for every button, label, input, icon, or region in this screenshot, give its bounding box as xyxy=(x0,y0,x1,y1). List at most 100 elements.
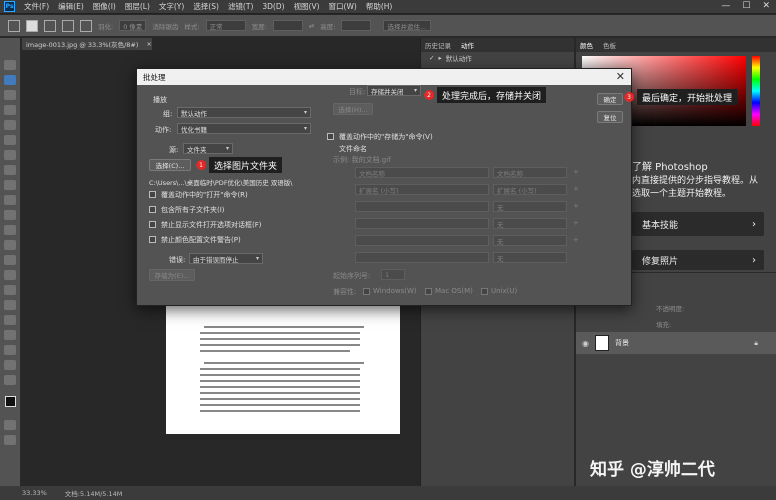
naming-field-9[interactable] xyxy=(355,235,489,246)
pen-tool-icon[interactable] xyxy=(4,285,16,295)
dodge-tool-icon[interactable] xyxy=(4,270,16,280)
marquee-tool-icon[interactable] xyxy=(8,19,20,32)
ok-button[interactable]: 确定 xyxy=(597,93,623,105)
quick-select-tool-icon[interactable] xyxy=(4,105,16,115)
suppress-color-warnings-checkbox[interactable] xyxy=(149,236,156,243)
save-as-log-button[interactable]: 存储为(E)... xyxy=(149,269,195,281)
naming-field-2[interactable]: 文档名称 xyxy=(493,167,567,178)
naming-field-8[interactable]: 无 xyxy=(493,218,567,229)
tab-history[interactable]: 历史记录 xyxy=(425,40,451,50)
learn-card-fix-photos[interactable]: 修复照片 › xyxy=(632,250,764,270)
menu-3d[interactable]: 3D(D) xyxy=(262,2,284,11)
gradient-tool-icon[interactable] xyxy=(4,240,16,250)
reset-button[interactable]: 复位 xyxy=(597,111,623,123)
frame-tool-icon[interactable] xyxy=(4,135,16,145)
subtract-selection-icon[interactable] xyxy=(62,19,74,32)
action-select[interactable]: 优化书籍 ▾ xyxy=(177,123,311,134)
menu-layer[interactable]: 图层(L) xyxy=(125,1,150,12)
compat-unix-checkbox[interactable] xyxy=(481,288,488,295)
minimize-icon[interactable]: — xyxy=(721,1,730,11)
eye-icon[interactable]: ◉ xyxy=(582,339,589,348)
source-select[interactable]: 文件夹 ▾ xyxy=(183,143,233,154)
screen-mode-icon[interactable] xyxy=(4,435,16,445)
dialog-close-icon[interactable]: ✕ xyxy=(616,70,625,83)
override-open-checkbox[interactable] xyxy=(149,191,156,198)
naming-field-1[interactable]: 文档名称 xyxy=(355,167,489,178)
maximize-icon[interactable]: ☐ xyxy=(742,1,750,11)
tab-actions[interactable]: 动作 xyxy=(461,40,474,50)
healing-brush-tool-icon[interactable] xyxy=(4,165,16,175)
naming-field-12[interactable]: 无 xyxy=(493,252,567,263)
naming-field-11[interactable] xyxy=(355,252,489,263)
destination-select[interactable]: 存储并关闭 ▾ xyxy=(367,85,421,96)
marquee-tool-icon[interactable] xyxy=(4,75,16,85)
menu-select[interactable]: 选择(S) xyxy=(193,1,219,12)
intersect-selection-icon[interactable] xyxy=(80,19,92,32)
menu-view[interactable]: 视图(V) xyxy=(294,1,320,12)
naming-field-5[interactable] xyxy=(355,201,489,212)
menu-window[interactable]: 窗口(W) xyxy=(329,1,357,12)
hue-slider[interactable] xyxy=(752,56,760,126)
hand-tool-icon[interactable] xyxy=(4,345,16,355)
new-selection-icon[interactable] xyxy=(26,19,38,32)
checkmark-icon[interactable]: ✓ xyxy=(429,54,434,62)
menu-edit[interactable]: 编辑(E) xyxy=(58,1,84,12)
eraser-tool-icon[interactable] xyxy=(4,225,16,235)
menu-type[interactable]: 文字(Y) xyxy=(159,1,184,12)
menu-bar: Ps 文件(F) 编辑(E) 图像(I) 图层(L) 文字(Y) 选择(S) 滤… xyxy=(0,0,776,14)
add-selection-icon[interactable] xyxy=(44,19,56,32)
blur-tool-icon[interactable] xyxy=(4,255,16,265)
crop-tool-icon[interactable] xyxy=(4,120,16,130)
select-and-mask-button[interactable]: 选择并遮住... xyxy=(383,20,432,31)
document-tab-close-icon[interactable]: × xyxy=(146,40,151,48)
close-icon[interactable]: ✕ xyxy=(762,1,770,11)
document-tab-title: image-0013.jpg @ 33.3%(灰色/8#) xyxy=(26,41,139,49)
zoom-tool-icon[interactable] xyxy=(4,360,16,370)
quick-mask-icon[interactable] xyxy=(4,420,16,430)
shape-tool-icon[interactable] xyxy=(4,330,16,340)
brush-tool-icon[interactable] xyxy=(4,180,16,190)
compat-windows-checkbox[interactable] xyxy=(363,288,370,295)
serial-number-input[interactable]: 1 xyxy=(381,269,405,280)
menu-help[interactable]: 帮助(H) xyxy=(366,1,393,12)
height-input[interactable] xyxy=(341,20,372,31)
action-set-row[interactable]: ✓ ▸ 默认动作 xyxy=(421,52,574,64)
width-input[interactable] xyxy=(272,20,303,31)
feather-input[interactable]: 0 像素 xyxy=(119,20,147,31)
clone-stamp-tool-icon[interactable] xyxy=(4,195,16,205)
naming-field-4[interactable]: 扩展名 (小写) xyxy=(493,184,567,195)
tab-color[interactable]: 颜色 xyxy=(580,40,593,50)
more-tools-icon[interactable] xyxy=(4,375,16,385)
naming-field-10[interactable]: 无 xyxy=(493,235,567,246)
errors-select[interactable]: 由于错误而停止 ▾ xyxy=(189,253,263,264)
override-save-checkbox[interactable] xyxy=(327,133,334,140)
layer-row-background[interactable]: ◉ 背景 🔒︎ xyxy=(576,332,776,354)
naming-field-7[interactable] xyxy=(355,218,489,229)
zoom-level[interactable]: 33.33% xyxy=(22,489,47,497)
compat-mac-checkbox[interactable] xyxy=(425,288,432,295)
naming-field-3[interactable]: 扩展名 (小写) xyxy=(355,184,489,195)
lasso-tool-icon[interactable] xyxy=(4,90,16,100)
path-select-tool-icon[interactable] xyxy=(4,315,16,325)
antialias-checkbox[interactable]: 消除锯齿 xyxy=(152,21,178,31)
naming-field-6[interactable]: 无 xyxy=(493,201,567,212)
menu-filter[interactable]: 滤镜(T) xyxy=(228,1,253,12)
set-select[interactable]: 默认动作 ▾ xyxy=(177,107,311,118)
swap-icon[interactable]: ⇄ xyxy=(309,22,314,30)
menu-file[interactable]: 文件(F) xyxy=(24,1,49,12)
style-select[interactable]: 正常 xyxy=(205,20,246,31)
suppress-open-dialogs-checkbox[interactable] xyxy=(149,221,156,228)
document-size-info[interactable]: 文档:5.14M/5.14M xyxy=(65,488,123,498)
menu-image[interactable]: 图像(I) xyxy=(93,1,116,12)
tab-swatches[interactable]: 色板 xyxy=(603,40,616,50)
choose-source-button[interactable]: 选择(C)... xyxy=(149,159,191,171)
choose-destination-button[interactable]: 选择(H)... xyxy=(333,103,373,115)
include-subfolders-checkbox[interactable] xyxy=(149,206,156,213)
eyedropper-tool-icon[interactable] xyxy=(4,150,16,160)
foreground-color-swatch[interactable] xyxy=(4,396,16,407)
move-tool-icon[interactable] xyxy=(4,60,16,70)
learn-card-basic-skills[interactable]: 基本技能 › xyxy=(632,212,764,236)
history-brush-tool-icon[interactable] xyxy=(4,210,16,220)
type-tool-icon[interactable] xyxy=(4,300,16,310)
document-tab[interactable]: image-0013.jpg @ 33.3%(灰色/8#) × xyxy=(22,38,152,50)
